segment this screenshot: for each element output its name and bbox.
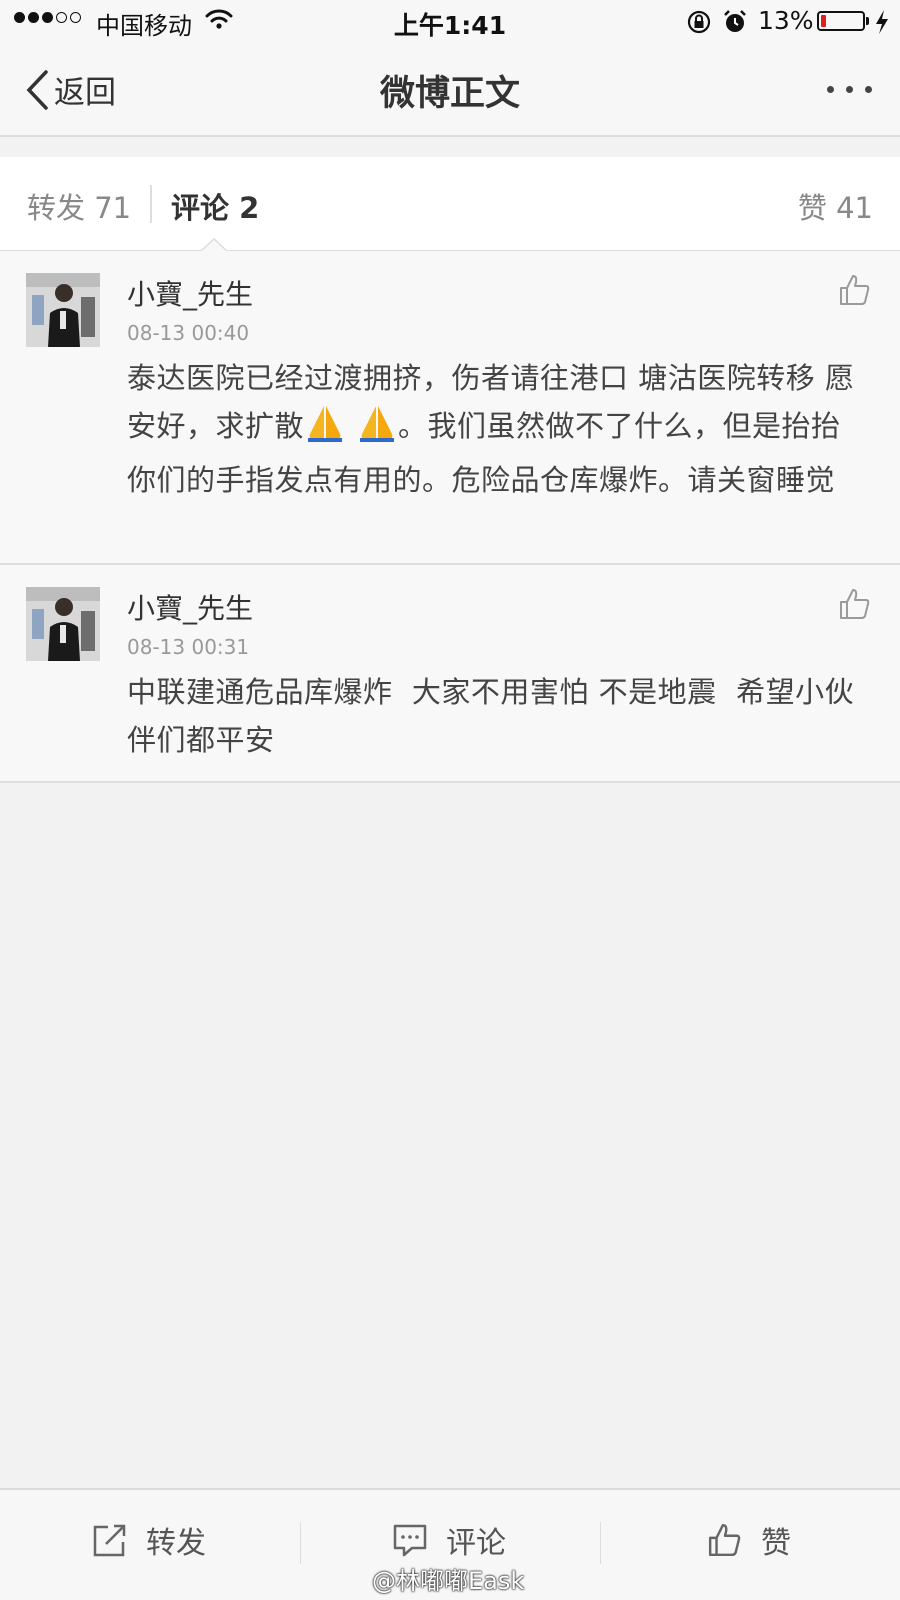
comment-button[interactable]: 评论 [392,1518,506,1562]
toolbar-divider [600,1522,601,1564]
thumbs-up-icon [708,1523,741,1557]
share-icon [93,1524,126,1557]
avatar[interactable] [26,587,100,661]
tab-like[interactable]: 赞 41 [798,185,873,227]
tab-comment[interactable]: 评论 2 [171,185,259,227]
thumbs-up-icon[interactable] [838,587,872,625]
comment-time: 08-13 00:40 [127,321,250,345]
nav-bar: 返回 微博正文 [0,45,900,137]
comment-list: 小寶_先生 08-13 00:40 泰达医院已经过渡拥挤，伤者请往港口 塘沽医院… [0,251,900,783]
battery-icon [817,11,865,31]
thumbs-up-icon[interactable] [838,273,872,311]
folded-hands-emoji-icon [304,404,346,456]
like-button[interactable]: 赞 [707,1518,791,1562]
tab-forward[interactable]: 转发 71 [27,185,131,227]
comment-time: 08-13 00:31 [127,635,250,659]
comment-text: 泰达医院已经过渡拥挤，伤者请往港口 塘沽医院转移 愿安好，求扩散 。我们虽然做不了… [127,354,867,504]
comment-item: 小寶_先生 08-13 00:40 泰达医院已经过渡拥挤，伤者请往港口 塘沽医院… [0,251,900,565]
charging-bolt-icon [874,9,890,39]
watermark: @林嘟嘟Eask [372,1567,525,1595]
comment-author[interactable]: 小寶_先生 [127,273,253,313]
folded-hands-emoji-icon [356,404,398,456]
comment-item: 小寶_先生 08-13 00:31 中联建通危品库爆炸 大家不用害怕 不是地震 … [0,565,900,783]
forward-button[interactable]: 转发 [92,1518,206,1562]
toolbar-divider [300,1522,301,1564]
battery-cap [866,17,869,25]
comment-bubble-icon [393,1524,427,1557]
alarm-icon [722,9,748,39]
more-dots-icon[interactable] [827,86,872,93]
comment-text: 中联建通危品库爆炸 大家不用害怕 不是地震 希望小伙伴们都平安 [127,675,855,757]
comment-label: 评论 [446,1526,506,1561]
like-label: 赞 [761,1526,791,1561]
comment-author[interactable]: 小寶_先生 [127,587,253,627]
battery-level-fill [821,15,826,27]
avatar[interactable] [26,273,100,347]
status-bar: 中国移动 上午1:41 13% [0,0,900,45]
tabs-bar: 转发 71 评论 2 赞 41 [0,157,900,252]
page-title: 微博正文 [379,74,520,114]
battery-percent: 13% [758,6,814,35]
orientation-lock-icon [686,10,712,38]
tab-divider [150,185,152,223]
forward-label: 转发 [146,1526,206,1561]
